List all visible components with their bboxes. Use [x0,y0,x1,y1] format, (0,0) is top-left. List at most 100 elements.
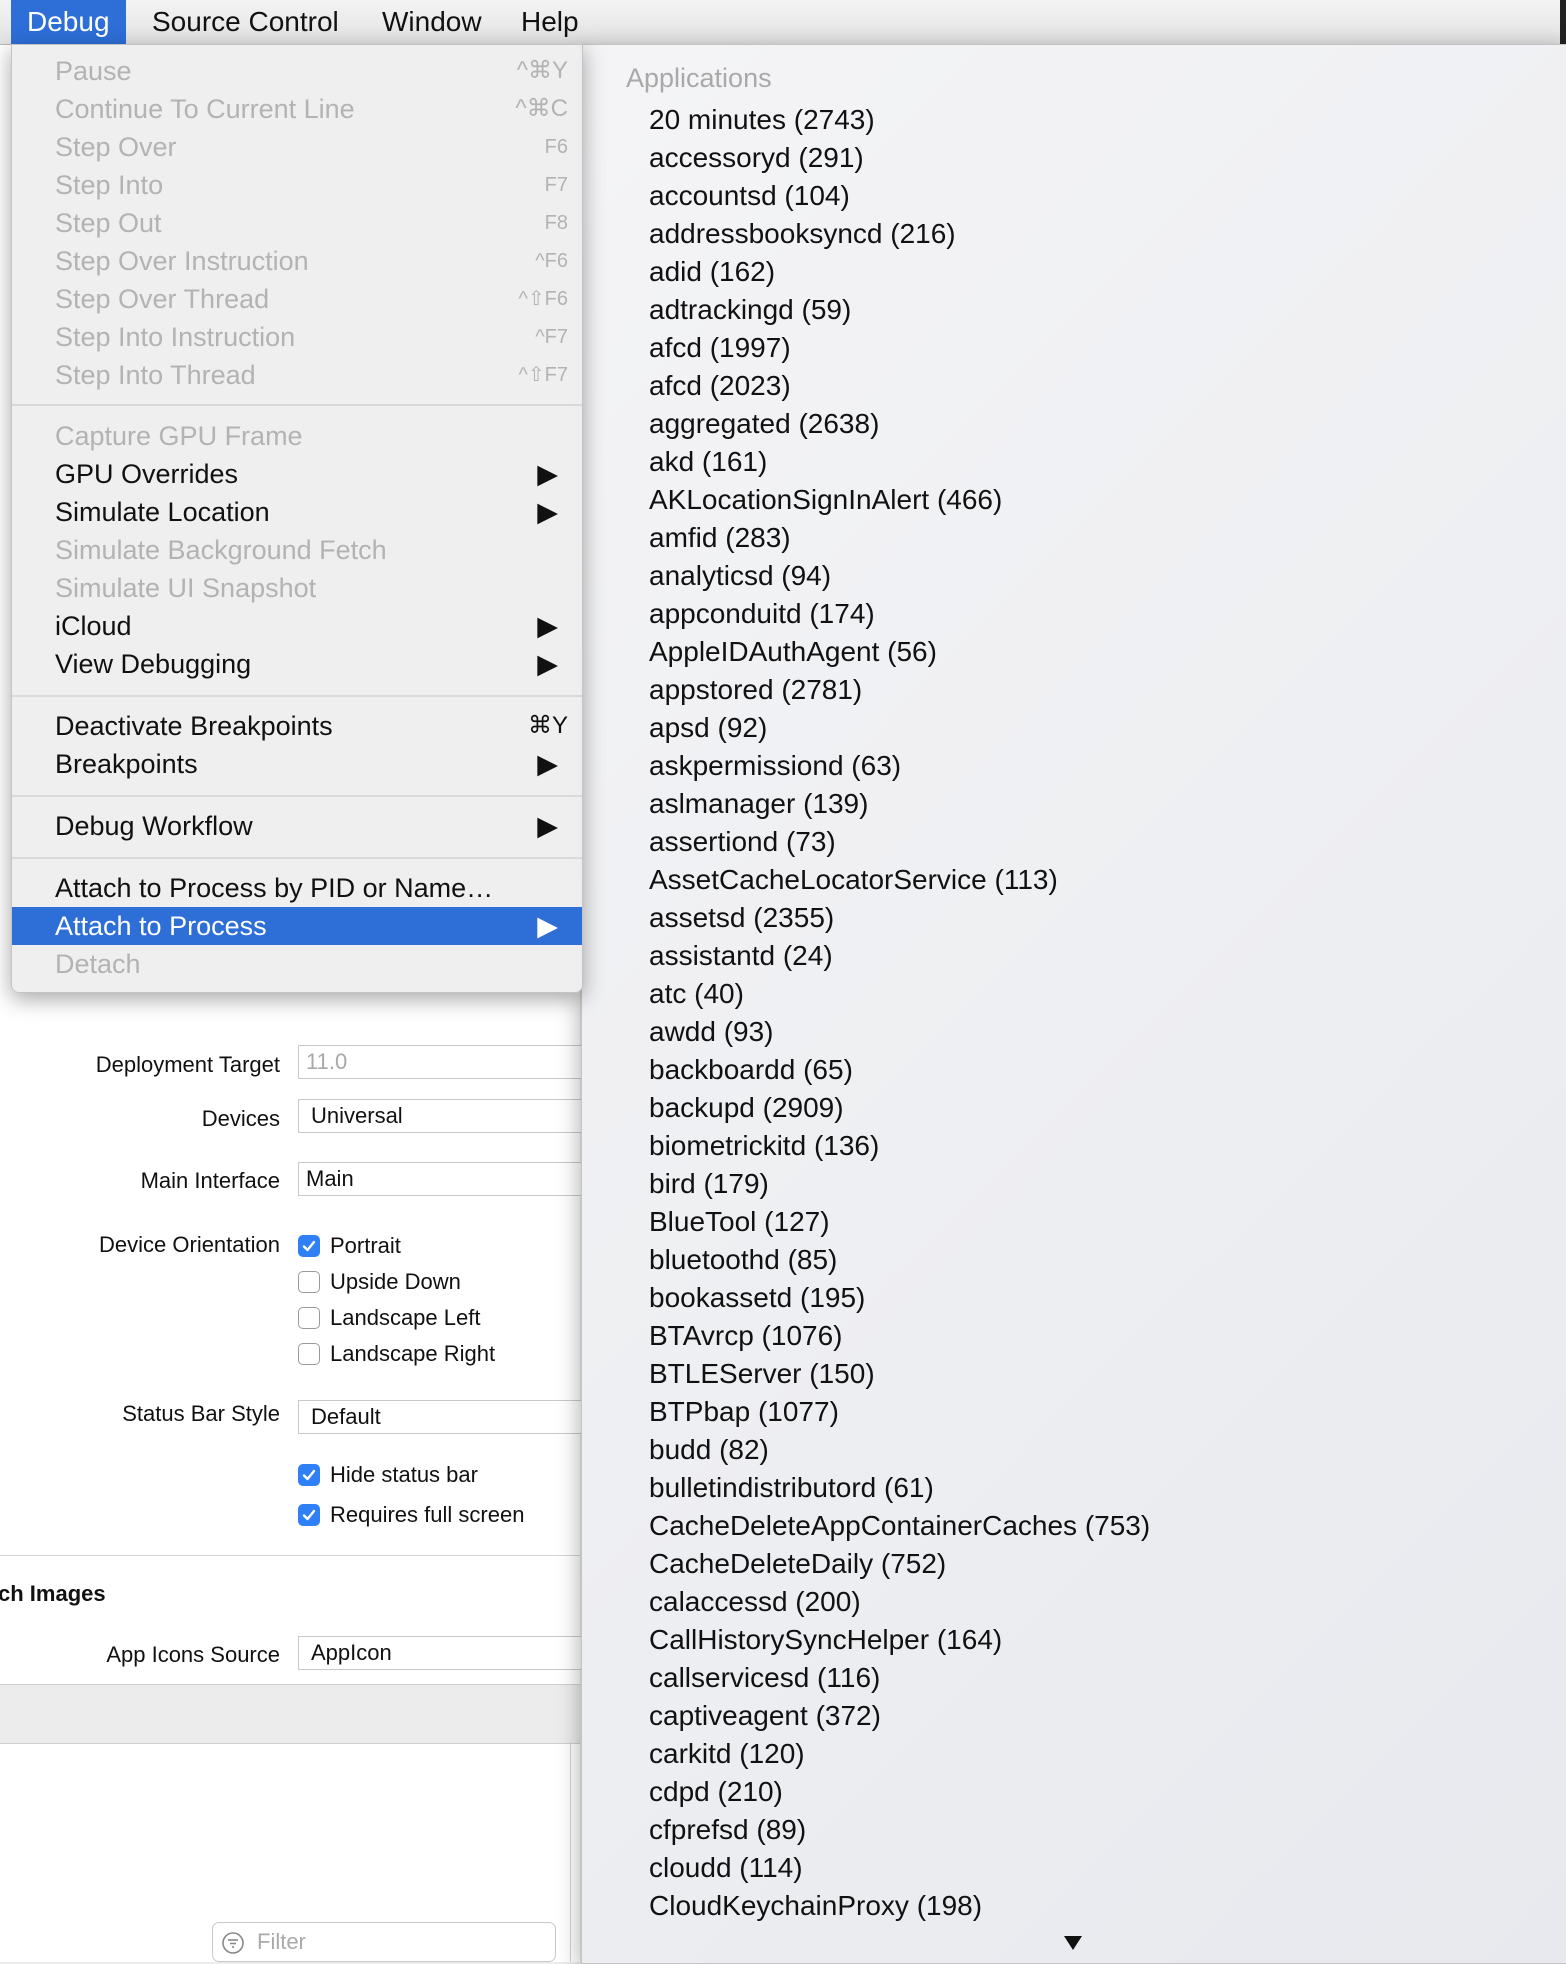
process-item[interactable]: callservicesd (116) [649,1659,1150,1697]
menu-item-simulate-background-fetch[interactable]: Simulate Background Fetch [12,531,582,569]
process-item[interactable]: afcd (1997) [649,329,1150,367]
menu-item-step-over-instruction[interactable]: Step Over Instruction ^F6 [12,242,582,280]
menubar-help[interactable]: Help [521,0,579,44]
process-item[interactable]: BTAvrcp (1076) [649,1317,1150,1355]
process-item[interactable]: bulletindistributord (61) [649,1469,1150,1507]
process-item[interactable]: atc (40) [649,975,1150,1013]
hide-status-bar-option[interactable]: Hide status bar [298,1461,478,1489]
menu-item-icloud[interactable]: iCloud ▶ [12,607,582,645]
menu-item-gpu-overrides[interactable]: GPU Overrides ▶ [12,455,582,493]
process-item[interactable]: assetsd (2355) [649,899,1150,937]
requires-full-screen-option[interactable]: Requires full screen [298,1501,524,1529]
menu-item-step-into[interactable]: Step Into F7 [12,166,582,204]
process-item[interactable]: assertiond (73) [649,823,1150,861]
devices-select[interactable]: Universal [298,1099,598,1133]
app-icons-source-select[interactable]: AppIcon [298,1636,598,1670]
process-item[interactable]: cloudd (114) [649,1849,1150,1887]
menubar-source-control[interactable]: Source Control [152,0,339,44]
landscape-right-checkbox[interactable] [298,1343,320,1365]
process-item[interactable]: amfid (283) [649,519,1150,557]
deployment-target-field[interactable]: 11.0 [298,1045,598,1079]
landscape-right-option[interactable]: Landscape Right [298,1340,495,1368]
landscape-left-option[interactable]: Landscape Left [298,1304,480,1332]
menu-separator [12,857,582,859]
process-item[interactable]: appstored (2781) [649,671,1150,709]
menu-item-view-debugging[interactable]: View Debugging ▶ [12,645,582,683]
menu-item-attach-by-pid-or-name[interactable]: Attach to Process by PID or Name… [12,869,582,907]
menu-item-simulate-location[interactable]: Simulate Location ▶ [12,493,582,531]
process-item[interactable]: assistantd (24) [649,937,1150,975]
menu-item-capture-gpu-frame[interactable]: Capture GPU Frame [12,417,582,455]
menu-item-detach[interactable]: Detach [12,945,582,983]
process-item[interactable]: BTLEServer (150) [649,1355,1150,1393]
process-item[interactable]: adid (162) [649,253,1150,291]
process-item[interactable]: awdd (93) [649,1013,1150,1051]
process-item[interactable]: BlueTool (127) [649,1203,1150,1241]
process-item[interactable]: backboardd (65) [649,1051,1150,1089]
process-item[interactable]: CloudKeychainProxy (198) [649,1887,1150,1925]
menu-item-continue-to-current-line[interactable]: Continue To Current Line ^⌘C [12,90,582,128]
process-item[interactable]: askpermissiond (63) [649,747,1150,785]
menu-item-breakpoints[interactable]: Breakpoints ▶ [12,745,582,783]
scroll-down-arrow-icon[interactable] [1063,1935,1083,1951]
process-item[interactable]: apsd (92) [649,709,1150,747]
process-item[interactable]: backupd (2909) [649,1089,1150,1127]
process-item[interactable]: 20 minutes (2743) [649,101,1150,139]
menu-item-step-into-instruction[interactable]: Step Into Instruction ^F7 [12,318,582,356]
process-item[interactable]: addressbooksyncd (216) [649,215,1150,253]
requires-full-screen-checkbox[interactable] [298,1504,320,1526]
process-item[interactable]: adtrackingd (59) [649,291,1150,329]
process-item[interactable]: captiveagent (372) [649,1697,1150,1735]
process-item[interactable]: aggregated (2638) [649,405,1150,443]
menu-separator [12,695,582,697]
upside-down-checkbox[interactable] [298,1271,320,1293]
menu-item-pause[interactable]: Pause ^⌘Y [12,52,582,90]
section-header-band [0,1684,580,1744]
process-item[interactable]: accessoryd (291) [649,139,1150,177]
portrait-option[interactable]: Portrait [298,1232,401,1260]
process-item[interactable]: AssetCacheLocatorService (113) [649,861,1150,899]
filter-field[interactable]: Filter [212,1922,556,1962]
status-bar-style-select[interactable]: Default [298,1400,598,1434]
process-item[interactable]: AKLocationSignInAlert (466) [649,481,1150,519]
process-item[interactable]: BTPbap (1077) [649,1393,1150,1431]
process-item[interactable]: analyticsd (94) [649,557,1150,595]
process-item[interactable]: cdpd (210) [649,1773,1150,1811]
process-item[interactable]: calaccessd (200) [649,1583,1150,1621]
process-item[interactable]: carkitd (120) [649,1735,1150,1773]
menubar-debug[interactable]: Debug [11,0,126,44]
process-item[interactable]: CallHistorySyncHelper (164) [649,1621,1150,1659]
portrait-checkbox[interactable] [298,1235,320,1257]
process-item[interactable]: budd (82) [649,1431,1150,1469]
landscape-left-label: Landscape Left [330,1305,481,1330]
process-item[interactable]: akd (161) [649,443,1150,481]
process-item[interactable]: cfprefsd (89) [649,1811,1150,1849]
submenu-arrow-icon: ▶ [537,811,558,841]
hide-status-bar-checkbox[interactable] [298,1464,320,1486]
applications-header: Applications [626,63,772,93]
menubar-window[interactable]: Window [382,0,482,44]
process-item[interactable]: CacheDeleteDaily (752) [649,1545,1150,1583]
submenu-arrow-icon: ▶ [537,459,558,489]
process-item[interactable]: CacheDeleteAppContainerCaches (753) [649,1507,1150,1545]
menu-item-step-over[interactable]: Step Over F6 [12,128,582,166]
process-item[interactable]: afcd (2023) [649,367,1150,405]
main-interface-field[interactable]: Main [298,1162,598,1196]
menu-item-step-out[interactable]: Step Out F8 [12,204,582,242]
menu-item-debug-workflow[interactable]: Debug Workflow ▶ [12,807,582,845]
menu-item-step-into-thread[interactable]: Step Into Thread ^⇧F7 [12,356,582,394]
menu-item-attach-to-process[interactable]: Attach to Process ▶ [12,907,582,945]
process-item[interactable]: appconduitd (174) [649,595,1150,633]
process-item[interactable]: bookassetd (195) [649,1279,1150,1317]
upside-down-option[interactable]: Upside Down [298,1268,461,1296]
menu-item-deactivate-breakpoints[interactable]: Deactivate Breakpoints ⌘Y [12,707,582,745]
process-item[interactable]: bluetoothd (85) [649,1241,1150,1279]
process-item[interactable]: AppleIDAuthAgent (56) [649,633,1150,671]
menu-item-step-over-thread[interactable]: Step Over Thread ^⇧F6 [12,280,582,318]
process-item[interactable]: biometrickitd (136) [649,1127,1150,1165]
process-item[interactable]: accountsd (104) [649,177,1150,215]
process-item[interactable]: bird (179) [649,1165,1150,1203]
process-item[interactable]: aslmanager (139) [649,785,1150,823]
menu-item-simulate-ui-snapshot[interactable]: Simulate UI Snapshot [12,569,582,607]
landscape-left-checkbox[interactable] [298,1307,320,1329]
